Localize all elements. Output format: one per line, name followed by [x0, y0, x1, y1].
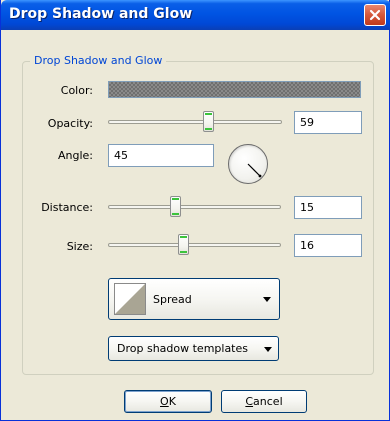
spread-label: Spread — [153, 293, 192, 306]
angle-dial[interactable] — [228, 144, 268, 184]
dialog-title: Drop Shadow and Glow — [9, 6, 193, 22]
opacity-label: Opacity: — [47, 117, 93, 130]
opacity-slider-track[interactable] — [108, 120, 282, 124]
ok-label: OK — [160, 395, 176, 408]
close-button[interactable] — [364, 4, 386, 26]
size-input[interactable]: 16 — [294, 234, 362, 257]
cancel-accelerator: C — [245, 395, 254, 408]
angle-label: Angle: — [57, 149, 93, 162]
color-label: Color: — [60, 84, 93, 97]
cancel-button[interactable]: Cancel — [221, 390, 307, 413]
size-slider-track[interactable] — [108, 243, 281, 247]
distance-slider-track[interactable] — [108, 205, 281, 209]
spread-preview — [114, 283, 146, 315]
angle-dial-icon — [247, 163, 262, 178]
cancel-label-rest: ancel — [253, 395, 283, 408]
color-swatch[interactable] — [108, 81, 361, 98]
opacity-input[interactable]: 59 — [294, 111, 362, 134]
ok-label-rest: K — [168, 395, 176, 408]
title-bar[interactable]: Drop Shadow and Glow — [1, 0, 390, 30]
group-label: Drop Shadow and Glow — [30, 54, 167, 67]
drop-shadow-templates-button[interactable]: Drop shadow templates — [108, 336, 279, 361]
opacity-slider-thumb[interactable] — [203, 111, 214, 132]
cancel-label: Cancel — [245, 395, 282, 408]
angle-input[interactable]: 45 — [108, 144, 214, 167]
close-icon — [369, 9, 381, 21]
distance-slider-thumb[interactable] — [170, 196, 181, 217]
distance-input[interactable]: 15 — [294, 196, 362, 219]
spread-dropdown-button[interactable]: Spread — [108, 278, 280, 320]
size-label: Size: — [66, 240, 93, 253]
spread-preview-icon — [115, 284, 145, 314]
chevron-down-icon — [264, 347, 272, 352]
ok-button[interactable]: OK — [124, 390, 212, 413]
dialog-window: Drop Shadow and Glow Drop Shadow and Glo… — [0, 0, 390, 421]
chevron-down-icon — [263, 297, 271, 302]
distance-label: Distance: — [41, 201, 93, 214]
templates-label: Drop shadow templates — [117, 342, 248, 355]
ok-accelerator: O — [160, 395, 169, 408]
size-slider-thumb[interactable] — [178, 234, 189, 255]
